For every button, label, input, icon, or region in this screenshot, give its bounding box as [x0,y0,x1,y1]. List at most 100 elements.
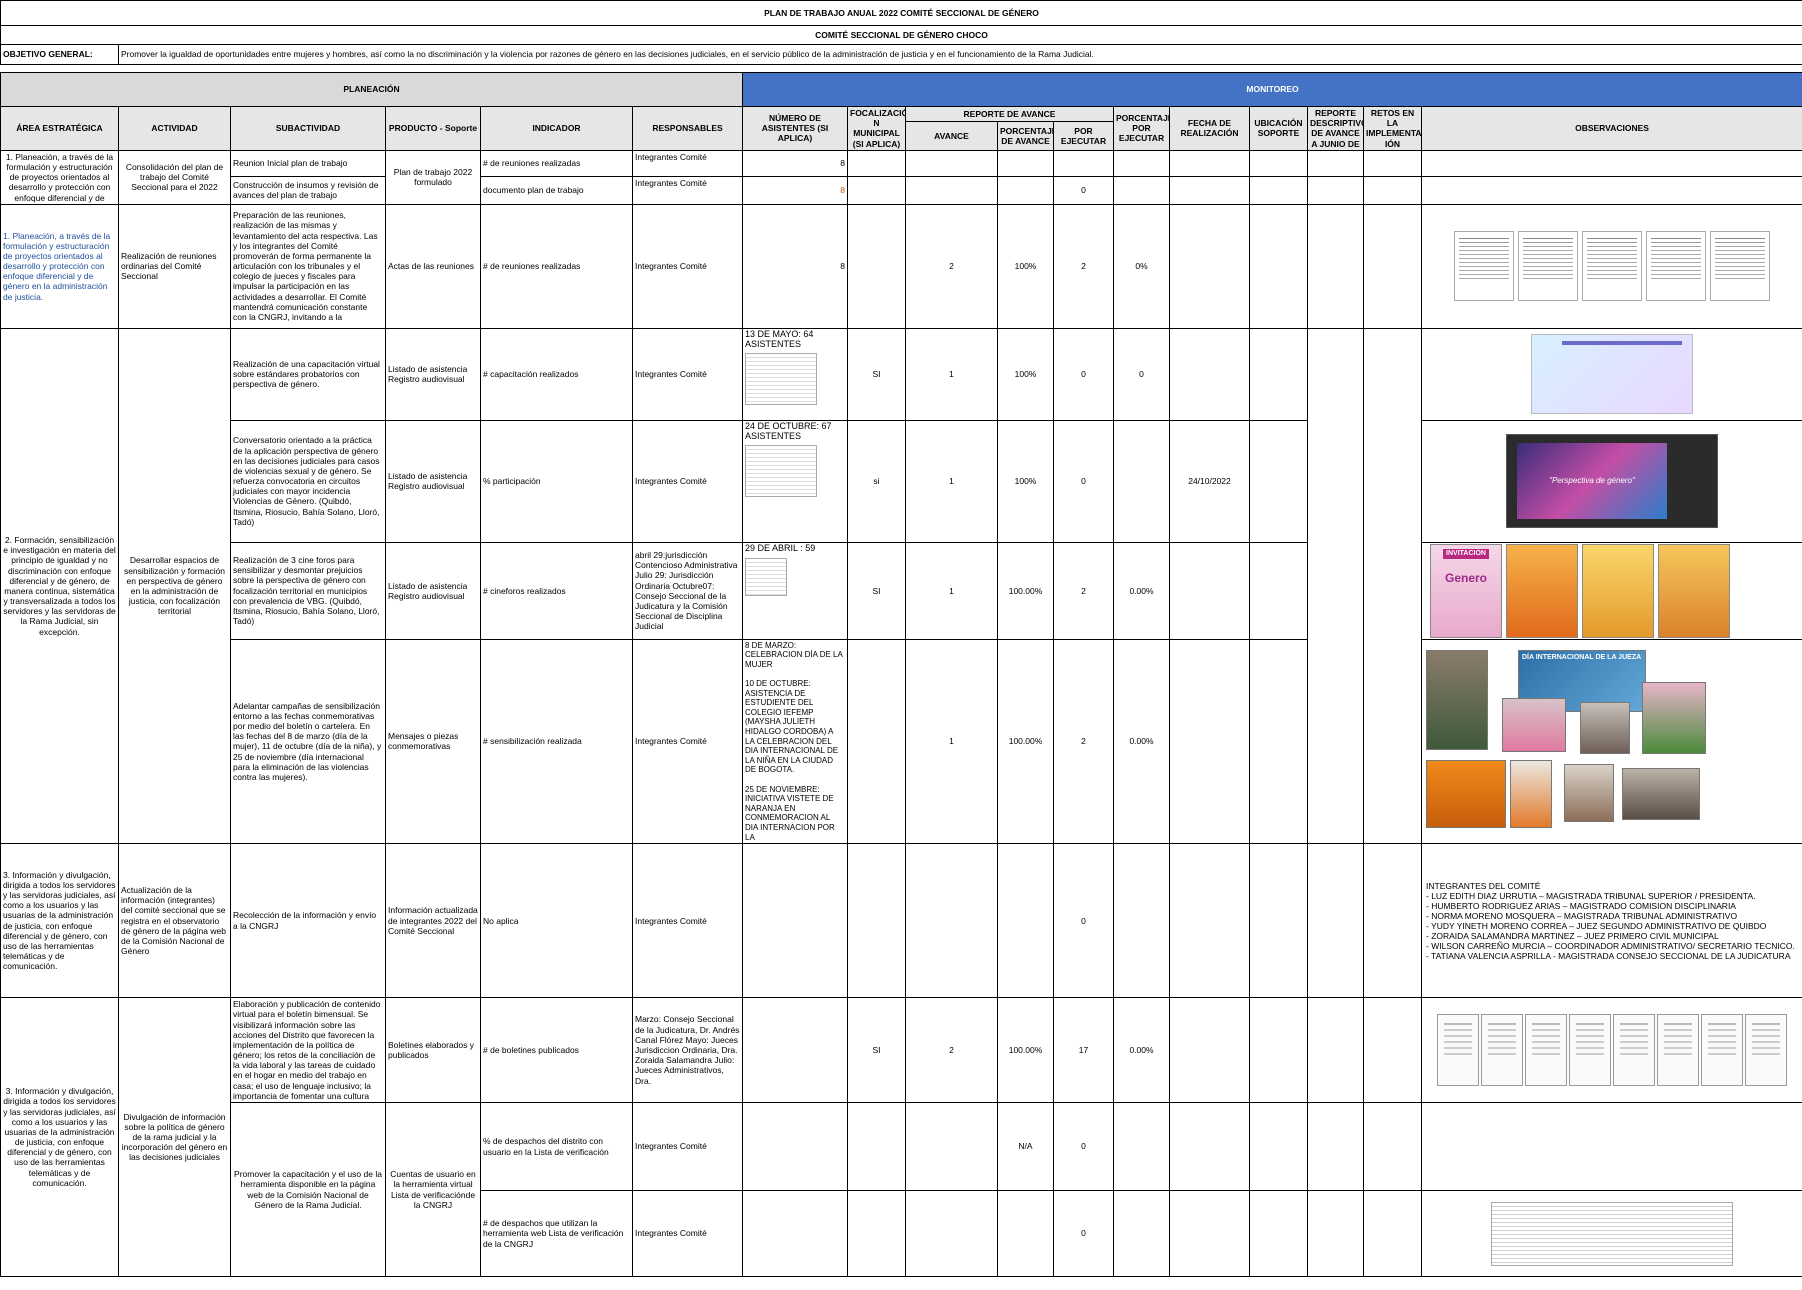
bulletin-thumbnail [1525,1014,1567,1087]
header-subactivity: SUBACTIVIDAD [230,106,386,151]
pct-progress-cell: 100.00% [997,997,1054,1104]
attendees-cell: 8 [742,203,848,329]
to-execute-cell: 2 [1053,638,1114,845]
header-attendees: NÚMERO DE ASISTENTES (SI APLICA) [742,106,848,151]
header-pct-progress: PORCENTAJE DE AVANCE [997,120,1054,151]
to-execute-cell: 0 [1053,327,1114,421]
committee-member: - TATIANA VALENCIA ASPRILLA - MAGISTRADA… [1426,950,1791,961]
page-subtitle: COMITÉ SECCIONAL DE GÉNERO CHOCO [0,25,1802,45]
evidence-photos: DÍA INTERNACIONAL DE LA JUEZA [1420,638,1802,845]
cineforo-invitation-poster: INVITACIÓN Genero [1430,543,1502,638]
pct-progress-cell: N/A [997,1102,1054,1192]
attendance-list-thumbnail [745,557,787,596]
pct-progress-cell: 100% [997,327,1054,421]
activity-cell: Actualización de la información (integra… [118,843,231,999]
indicator-cell: # de reuniones realizadas [480,149,633,177]
objective-label: OBJETIVO GENERAL: [0,44,119,65]
pct-progress-cell: 100.00% [997,541,1054,640]
pct-progress-cell: 100% [997,203,1054,329]
committee-member: - NORMA MORENO MOSQUERA – MAGISTRADA TRI… [1426,910,1738,921]
product-cell: Cuentas de usuario en la herramienta vir… [385,1102,481,1278]
bulletin-thumbnail [1701,1014,1743,1087]
product-cell: Boletines elaborados y publicados [385,997,481,1104]
monitoring-header: MONITOREO [741,72,1802,107]
area-cell: 1. Planeación, a través de la formulació… [0,203,119,329]
subactivity-cell: Realización de 3 cine foros para sensibi… [230,541,386,640]
subactivity-cell: Preparación de las reuniones, realizació… [230,203,386,329]
pct-progress-cell: 100.00% [997,638,1054,845]
pct-to-execute-cell: 0 [1113,327,1170,421]
meeting-minutes-thumbnail [1454,231,1514,302]
attendees-cell: 13 DE MAYO: 64 ASISTENTES [742,327,848,421]
product-cell: Información actualizada de integrantes 2… [385,843,481,999]
cineforo-poster [1582,543,1654,638]
header-challenges: RETOS EN LA IMPLEMENTAC IÓN [1363,106,1422,151]
header-report: REPORTE DE AVANCE [905,106,1114,122]
subactivity-cell: Realización de una capacitación virtual … [230,327,386,421]
activity-cell: Consolidación del plan de trabajo del Co… [118,149,231,205]
committee-member: - HUMBERTO RODRIGUEZ ARIAS – MAGISTRADO … [1426,900,1736,911]
to-execute-cell: 0 [1053,175,1114,205]
meeting-slide-text: "Perspectiva de género" [1517,443,1667,520]
responsible-cell: Integrantes Comité [632,843,743,999]
evidence-documents [1420,203,1802,329]
bulletin-thumbnail [1437,1014,1479,1087]
product-cell: Listado de asistencia Registro audiovisu… [385,419,481,543]
activity-cell: Realización de reuniones ordinarias del … [118,203,231,329]
indicator-cell: # de despachos que utilizan la herramien… [480,1190,633,1278]
header-pct-to-execute: PORCENTAJE POR EJECUTAR [1113,106,1170,151]
to-execute-cell: 0 [1053,1190,1114,1278]
to-execute-cell: 2 [1053,203,1114,329]
attendees-cell: 8 [742,149,848,177]
attendance-list-thumbnail [745,353,817,406]
evidence-posters: INVITACIÓN Genero [1420,541,1802,640]
bulletin-thumbnail [1657,1014,1699,1087]
committee-members-cell: INTEGRANTES DEL COMITÉ - LUZ EDITH DIAZ … [1420,843,1802,999]
to-execute-cell: 0 [1053,843,1114,999]
responsible-cell: Integrantes Comité [632,149,743,177]
attendees-cell: 8 DE MARZO: CELEBRACION DÍA DE LA MUJER … [742,638,848,845]
header-area: ÁREA ESTRATÉGICA [0,106,119,151]
cineforo-poster [1506,543,1578,638]
to-execute-cell: 17 [1053,997,1114,1104]
bulletin-thumbnail [1481,1014,1523,1087]
attendees-cell: 24 DE OCTUBRE: 67 ASISTENTES [742,419,848,543]
header-activity: ACTIVIDAD [118,106,231,151]
indicator-cell: # cineforos realizados [480,541,633,640]
meeting-minutes-thumbnail [1710,231,1770,302]
responsible-cell: Integrantes Comité [632,638,743,845]
indicator-cell: # sensibilización realizada [480,638,633,845]
pct-to-execute-cell: 0.00% [1113,541,1170,640]
header-progress: AVANCE [905,120,998,151]
flowers-photo [1642,682,1706,755]
header-location: UBICACIÓN SOPORTE [1249,106,1308,151]
training-slide-thumbnail [1531,334,1693,415]
meeting-minutes-thumbnail [1582,231,1642,302]
progress-cell: 1 [905,327,998,421]
meeting-minutes-thumbnail [1646,231,1706,302]
subactivity-cell: Recolección de la información y envío a … [230,843,386,999]
pct-to-execute-cell: 0.00% [1113,997,1170,1104]
header-observations: OBSERVACIONES [1420,106,1802,151]
header-focus: FOCALIZACIÓ N MUNICIPAL (SI APLICA) [847,106,906,151]
header-indicator: INDICADOR [480,106,633,151]
responsible-cell: Marzo: Consejo Seccional de la Judicatur… [632,997,743,1104]
header-responsible: RESPONSABLES [632,106,743,151]
product-cell: Actas de las reuniones [385,203,481,329]
meeting-minutes-thumbnail [1518,231,1578,302]
committee-member: - ZORAIDA SALAMANDRA MARTINEZ – JUEZ PRI… [1426,930,1719,941]
area-cell: 3. Información y divulgación, dirigida a… [0,843,119,999]
responsible-cell: Integrantes Comité [632,1102,743,1192]
poster-word: Genero [1444,571,1487,586]
attendees-text: 24 DE OCTUBRE: 67 ASISTENTES [745,420,832,441]
orange-day-photo [1564,764,1614,823]
attendees-cell: 8 [742,175,848,205]
pct-progress-cell: 100% [997,419,1054,543]
to-execute-cell: 0 [1053,1102,1114,1192]
attendees-text: 29 DE ABRIL : 59 [745,542,816,553]
responsible-cell: Integrantes Comité [632,419,743,543]
focus-cell: SI [847,327,906,421]
responsible-cell: abril 29:jurisdicción Contencioso Admini… [632,541,743,640]
objective-text: Promover la igualdad de oportunidades en… [117,44,1802,65]
attendance-list-thumbnail [745,445,817,498]
